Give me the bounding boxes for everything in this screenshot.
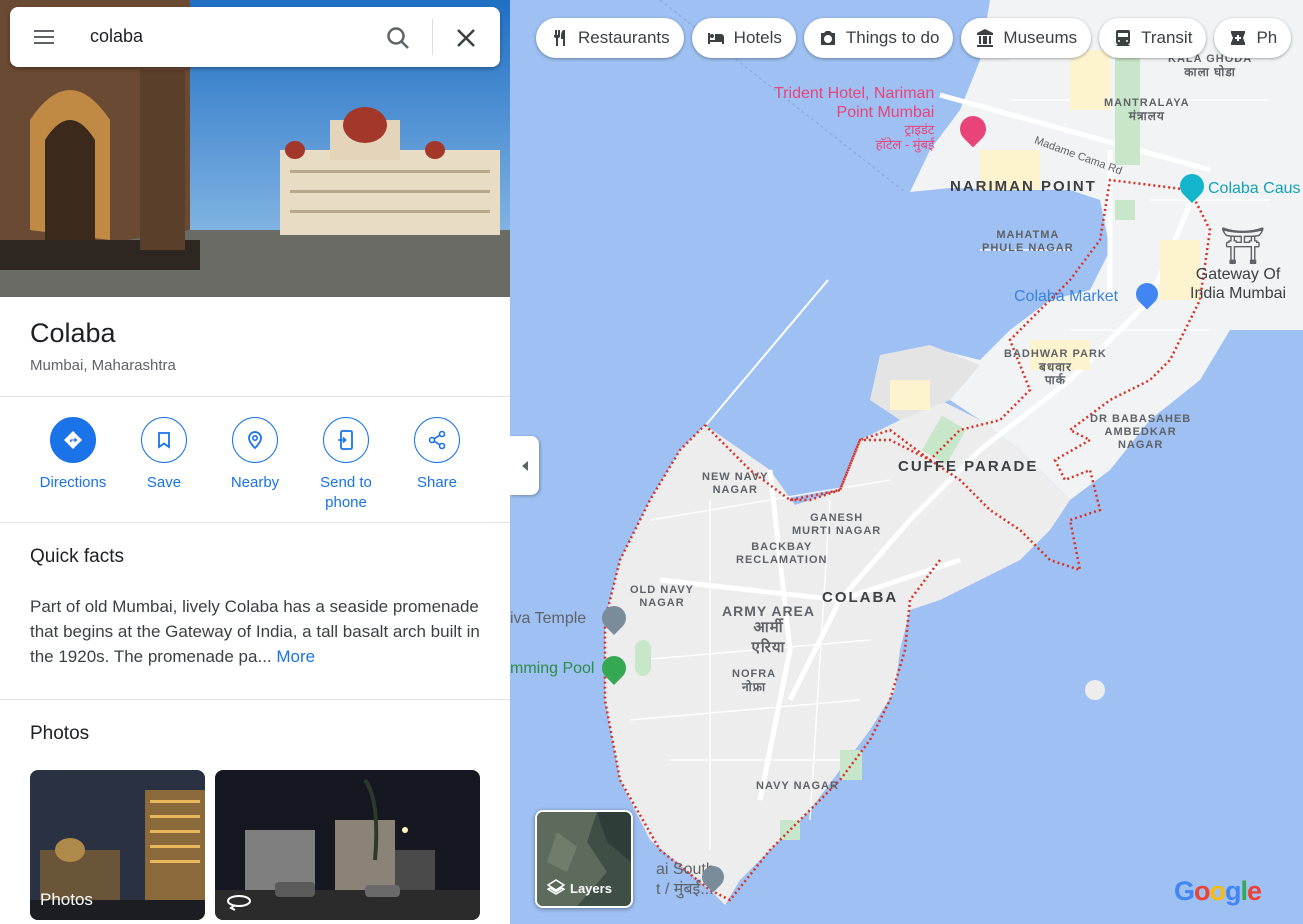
map-label-colaba: COLABA xyxy=(822,589,899,606)
more-link[interactable]: More xyxy=(276,647,315,666)
map-poi-gateway-of-india[interactable]: Gateway Of India Mumbai xyxy=(1190,265,1286,303)
divider xyxy=(0,699,510,700)
layers-text: Layers xyxy=(570,880,612,896)
search-input[interactable]: colaba xyxy=(90,26,143,47)
360-view-icon xyxy=(227,895,251,911)
directions-icon xyxy=(64,431,82,449)
side-panel: colaba Colaba Mumbai, Maharashtra Direct… xyxy=(0,0,510,924)
map-label-mahatma-phule-nagar: MAHATMA PHULE NAGAR xyxy=(982,229,1074,254)
chip-label: Museums xyxy=(1003,28,1078,47)
divider xyxy=(0,522,510,523)
nearby-label: Nearby xyxy=(230,474,280,491)
quick-facts-text: Part of old Mumbai, lively Colaba has a … xyxy=(30,594,480,669)
map-label-ambedkar-nagar: DR BABASAHEB AMBEDKAR NAGAR xyxy=(1090,413,1192,451)
share-icon xyxy=(428,430,446,450)
search-icon[interactable] xyxy=(382,22,414,54)
photo-image xyxy=(215,770,480,920)
restaurant-icon xyxy=(554,30,565,46)
map-label-new-navy-nagar: NEW NAVY NAGAR xyxy=(702,471,769,496)
quick-facts-title: Quick facts xyxy=(30,546,124,567)
photo-label: Photos xyxy=(40,890,93,909)
map-label-backbay-reclamation: BACKBAY RECLAMATION xyxy=(736,541,828,566)
chevron-left-icon xyxy=(521,460,528,471)
search-divider xyxy=(432,19,433,55)
chip-label: Ph xyxy=(1256,28,1278,47)
gateway-monument-icon[interactable]: ⛩ xyxy=(1220,225,1266,267)
chip-museums[interactable]: Museums xyxy=(961,18,1092,58)
chip-label: Transit xyxy=(1141,28,1193,47)
map-poi-colaba-causeway[interactable]: Colaba Caus xyxy=(1208,180,1301,198)
layers-button[interactable]: Layers xyxy=(535,810,633,908)
menu-icon[interactable] xyxy=(30,25,58,49)
layers-icon xyxy=(547,879,565,895)
map-label-ganesh-murti-nagar: GANESH MURTI NAGAR xyxy=(792,512,882,537)
chip-restaurants[interactable]: Restaurants xyxy=(536,18,684,58)
save-circle xyxy=(141,417,187,463)
bed-icon xyxy=(707,33,724,44)
nearby-icon xyxy=(248,431,262,450)
train-icon xyxy=(1116,30,1131,46)
share-label: Share xyxy=(416,474,458,491)
map-poi-swimming-pool[interactable]: mming Pool xyxy=(510,660,594,678)
directions-circle xyxy=(50,417,96,463)
chip-label: Things to do xyxy=(845,28,940,47)
chip-pharmacies[interactable]: Ph xyxy=(1214,18,1292,58)
send-to-phone-button[interactable]: Send to phone xyxy=(301,417,391,513)
chip-hotels[interactable]: Hotels xyxy=(691,18,796,58)
map-canvas[interactable]: KALA GHODA काला घोडा MANTRALAYA मंत्रालय T… xyxy=(510,0,1303,924)
directions-label: Directions xyxy=(39,474,107,491)
map-label-mantralaya: MANTRALAYA मंत्रालय xyxy=(1104,97,1190,123)
save-button[interactable]: Save xyxy=(119,417,209,493)
map-label-nofra: NOFRA नोफ्रा xyxy=(732,668,777,694)
photos-title: Photos xyxy=(30,723,90,744)
save-label: Save xyxy=(146,474,182,491)
nearby-button[interactable]: Nearby xyxy=(210,417,300,493)
chip-things-to-do[interactable]: Things to do xyxy=(803,18,954,58)
bookmark-icon xyxy=(158,432,170,449)
map-label-navy-nagar: NAVY NAGAR xyxy=(756,780,839,792)
photo-thumbnail-street-view[interactable] xyxy=(215,770,480,920)
camera-icon xyxy=(820,31,835,45)
map-label-nariman-point: NARIMAN POINT xyxy=(950,178,1097,195)
place-title: Colaba xyxy=(30,318,116,348)
google-logo: Google xyxy=(1174,876,1262,906)
map-label-badhwar-park: BADHWAR PARK बधवार पार्क xyxy=(1004,348,1107,387)
quick-facts-body: Part of old Mumbai, lively Colaba has a … xyxy=(30,597,480,666)
directions-button[interactable]: Directions xyxy=(28,417,118,493)
chip-label: Restaurants xyxy=(578,28,670,47)
share-circle xyxy=(414,417,460,463)
map-label-cuffe-parade: CUFFE PARADE xyxy=(898,458,1039,475)
divider xyxy=(0,396,510,397)
category-chips: Restaurants Hotels Things to do Museums … xyxy=(536,18,1292,58)
map-label-old-navy-nagar: OLD NAVY NAGAR xyxy=(630,584,695,609)
search-box: colaba xyxy=(10,7,500,67)
send-to-phone-circle xyxy=(323,417,369,463)
close-icon[interactable] xyxy=(450,22,482,54)
nearby-circle xyxy=(232,417,278,463)
photo-thumbnail-photos[interactable]: Photos xyxy=(30,770,205,920)
send-to-phone-label: Send to phone xyxy=(320,474,372,511)
map-poi-colaba-market[interactable]: Colaba Market xyxy=(1014,288,1118,306)
pharmacy-icon xyxy=(1231,31,1246,45)
map-poi-temple[interactable]: iva Temple xyxy=(510,610,586,628)
chip-transit[interactable]: Transit xyxy=(1099,18,1207,58)
museum-icon xyxy=(977,29,994,47)
map-label-army-area: ARMY AREA आर्मी एरिया xyxy=(722,603,816,656)
share-button[interactable]: Share xyxy=(392,417,482,493)
chip-label: Hotels xyxy=(733,28,782,47)
map-poi-trident-hotel[interactable]: Trident Hotel, Nariman Point Mumbai ट्रा… xyxy=(774,84,934,152)
send-to-phone-icon xyxy=(338,430,353,450)
layers-label: Layers xyxy=(547,879,612,897)
place-subtitle: Mumbai, Maharashtra xyxy=(30,357,176,374)
collapse-panel-button[interactable] xyxy=(510,436,539,495)
